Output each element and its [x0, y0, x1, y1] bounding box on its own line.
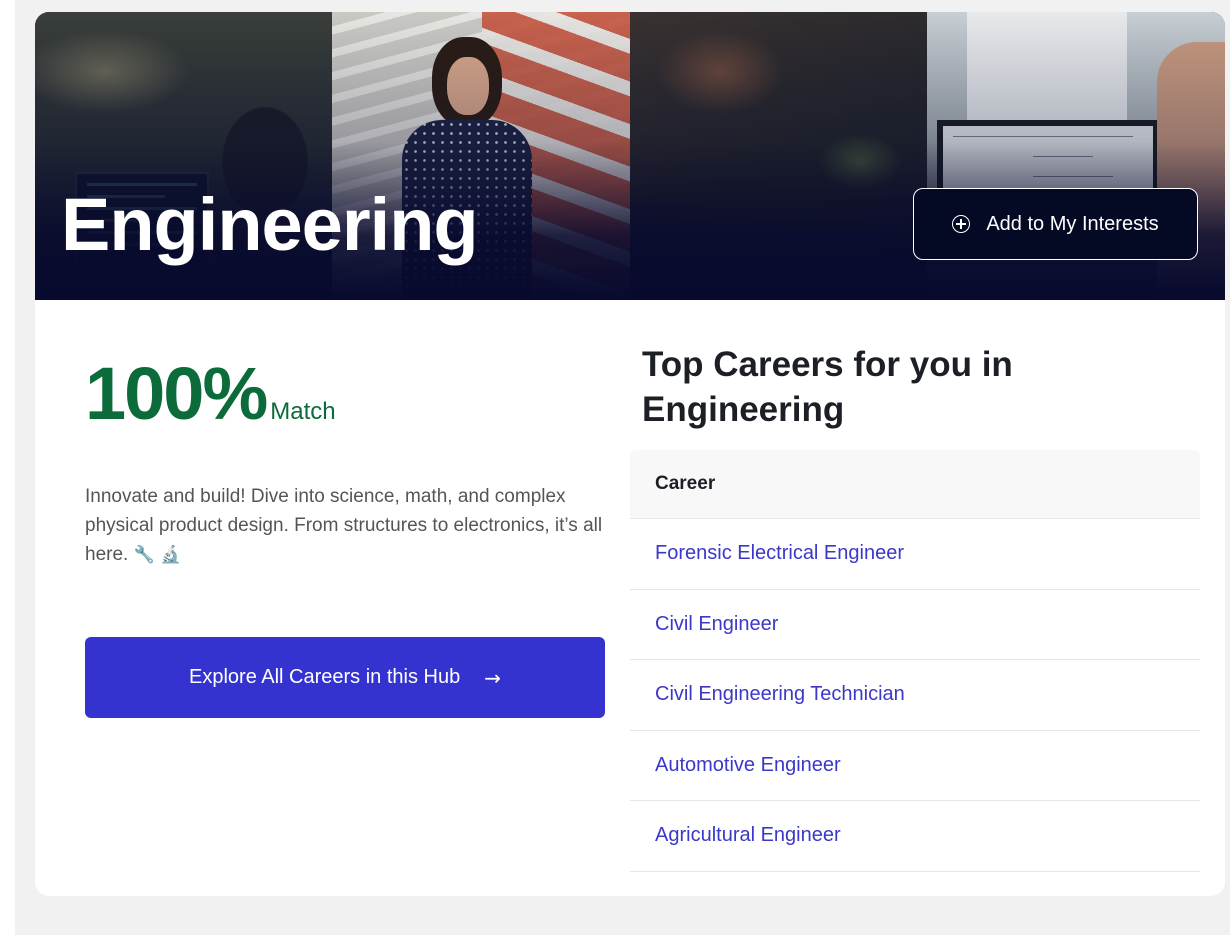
hub-title: Engineering — [61, 183, 479, 266]
add-to-my-interests-label: Add to My Interests — [986, 212, 1159, 235]
hero-banner: Engineering Add to My Interests — [35, 12, 1225, 300]
match-score: 100% Match — [85, 357, 336, 431]
career-link-agricultural-engineer[interactable]: Agricultural Engineer — [630, 801, 1200, 872]
plus-circle-icon — [952, 215, 971, 233]
explore-all-careers-label: Explore All Careers in this Hub — [189, 666, 461, 688]
page-left-strip — [0, 0, 15, 935]
careers-column-header: Career — [630, 450, 1200, 519]
hub-card: Engineering Add to My Interests 100% Mat… — [35, 12, 1225, 896]
top-careers-title: Top Careers for you in Engineering — [642, 345, 1013, 429]
hub-description: Innovate and build! Dive into science, m… — [85, 482, 615, 570]
career-link-forensic-electrical-engineer[interactable]: Forensic Electrical Engineer — [630, 519, 1200, 590]
career-link-civil-engineering-technician[interactable]: Civil Engineering Technician — [630, 660, 1200, 731]
add-to-my-interests-button[interactable]: Add to My Interests — [913, 188, 1198, 260]
career-link-automotive-engineer[interactable]: Automotive Engineer — [630, 731, 1200, 801]
wrench-microscope-icon: 🔧 🔬 — [133, 545, 182, 565]
match-label: Match — [270, 398, 336, 425]
arrow-right-icon: → — [484, 665, 501, 690]
career-link-civil-engineer[interactable]: Civil Engineer — [630, 590, 1200, 660]
match-percentage: 100% — [85, 352, 268, 435]
careers-table: Career Forensic Electrical Engineer Civi… — [630, 450, 1200, 872]
explore-all-careers-button[interactable]: Explore All Careers in this Hub → — [85, 637, 605, 718]
